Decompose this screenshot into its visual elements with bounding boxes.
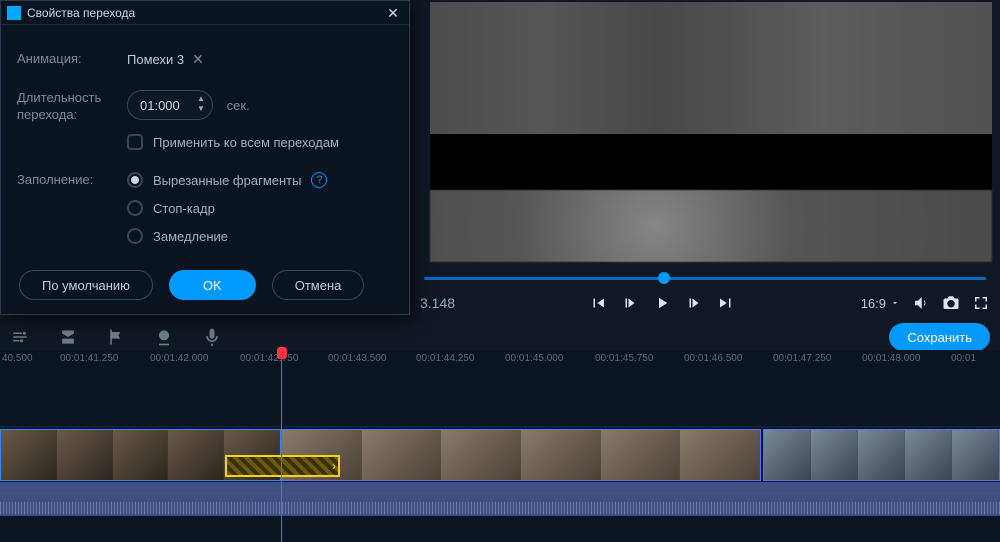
frame-back-icon[interactable]	[621, 294, 639, 312]
transition-marker[interactable]: ›	[225, 455, 340, 477]
track-empty-top	[0, 370, 1000, 426]
fill-option-label: Стоп-кадр	[153, 201, 215, 216]
save-button[interactable]: Сохранить	[889, 323, 990, 351]
fill-label: Заполнение:	[17, 172, 127, 187]
player-controls: 3.148 16:9	[410, 288, 1000, 318]
ruler-tick: 00:01:43.500	[328, 353, 386, 364]
fill-option-label: Вырезанные фрагменты	[153, 173, 301, 188]
preview-glitch-gap	[430, 134, 992, 190]
chevron-right-icon: ›	[332, 459, 336, 473]
snapshot-icon[interactable]	[942, 294, 960, 312]
ruler-tick: 00:01:47.250	[773, 353, 831, 364]
fullscreen-icon[interactable]	[972, 294, 990, 312]
fill-radio-freeze[interactable]	[127, 200, 143, 216]
fill-option-label: Замедление	[153, 229, 228, 244]
ok-button[interactable]: OK	[169, 270, 256, 300]
duration-down-icon[interactable]: ▼	[194, 105, 208, 115]
clear-animation-icon[interactable]: ✕	[192, 51, 204, 68]
ruler-tick: 00:01:41.250	[60, 353, 118, 364]
marker-tool-icon[interactable]	[58, 327, 78, 347]
fill-radio-trimmed[interactable]	[127, 172, 143, 188]
scrub-thumb[interactable]	[658, 272, 670, 284]
ruler-tick: 00:01	[951, 353, 976, 364]
dialog-titlebar[interactable]: Свойства перехода ✕	[1, 1, 409, 25]
audio-band[interactable]	[0, 482, 1000, 516]
timeline-tracks: ›	[0, 370, 1000, 542]
player-bar: 3.148 16:9	[410, 268, 1000, 318]
playhead[interactable]	[281, 349, 282, 542]
aspect-ratio-selector[interactable]: 16:9	[861, 296, 900, 311]
scrub-track	[424, 277, 986, 280]
preview-glitch-top	[430, 2, 992, 134]
animation-label: Анимация:	[17, 51, 127, 66]
flag-icon[interactable]	[106, 327, 126, 347]
aspect-ratio-label: 16:9	[861, 296, 886, 311]
help-icon[interactable]: ?	[311, 172, 327, 188]
microphone-icon[interactable]	[202, 327, 222, 347]
frame-forward-icon[interactable]	[685, 294, 703, 312]
play-icon[interactable]	[653, 294, 671, 312]
fill-radio-slowmo[interactable]	[127, 228, 143, 244]
ruler-tick: 00:01:48.000	[862, 353, 920, 364]
ruler-tick: 00:01:46.500	[684, 353, 742, 364]
chevron-down-icon	[890, 298, 900, 308]
duration-label: Длительность перехода:	[17, 90, 127, 124]
skip-back-icon[interactable]	[589, 294, 607, 312]
volume-icon[interactable]	[912, 294, 930, 312]
apply-all-checkbox[interactable]	[127, 134, 143, 150]
dialog-title: Свойства перехода	[27, 6, 383, 20]
ruler-tick: 00:01:45.000	[505, 353, 563, 364]
default-button[interactable]: По умолчанию	[19, 270, 153, 300]
ruler-tick: 00:01:42.750	[240, 353, 298, 364]
ruler-tick: 40.500	[2, 353, 33, 364]
transition-properties-dialog: Свойства перехода ✕ Анимация: Помехи 3 ✕…	[0, 0, 410, 315]
app-icon	[7, 6, 21, 20]
duration-unit: сек.	[227, 98, 250, 113]
apply-all-label: Применить ко всем переходам	[153, 135, 339, 150]
skip-forward-icon[interactable]	[717, 294, 735, 312]
player-timecode: 3.148	[420, 295, 464, 311]
duration-input[interactable]: 01:000 ▲ ▼	[127, 90, 213, 120]
ruler-tick: 00:01:42.000	[150, 353, 208, 364]
video-clip-3[interactable]	[763, 429, 1000, 481]
audio-waveform	[0, 502, 1000, 514]
preview-glitch-bottom	[430, 190, 992, 262]
cancel-button[interactable]: Отмена	[272, 270, 365, 300]
timeline-ruler[interactable]: 40.500 00:01:41.250 00:01:42.000 00:01:4…	[0, 350, 1000, 370]
video-track[interactable]: ›	[0, 426, 1000, 494]
video-clip-2[interactable]	[281, 429, 761, 481]
ruler-tick: 00:01:44.250	[416, 353, 474, 364]
ruler-tick: 00:01:45.750	[595, 353, 653, 364]
animation-value: Помехи 3	[127, 52, 184, 67]
settings-sliders-icon[interactable]	[10, 327, 30, 347]
close-icon[interactable]: ✕	[383, 3, 403, 23]
webcam-icon[interactable]	[154, 327, 174, 347]
video-preview	[430, 2, 992, 262]
duration-value: 01:000	[140, 98, 188, 113]
player-scrubber[interactable]	[410, 268, 1000, 288]
